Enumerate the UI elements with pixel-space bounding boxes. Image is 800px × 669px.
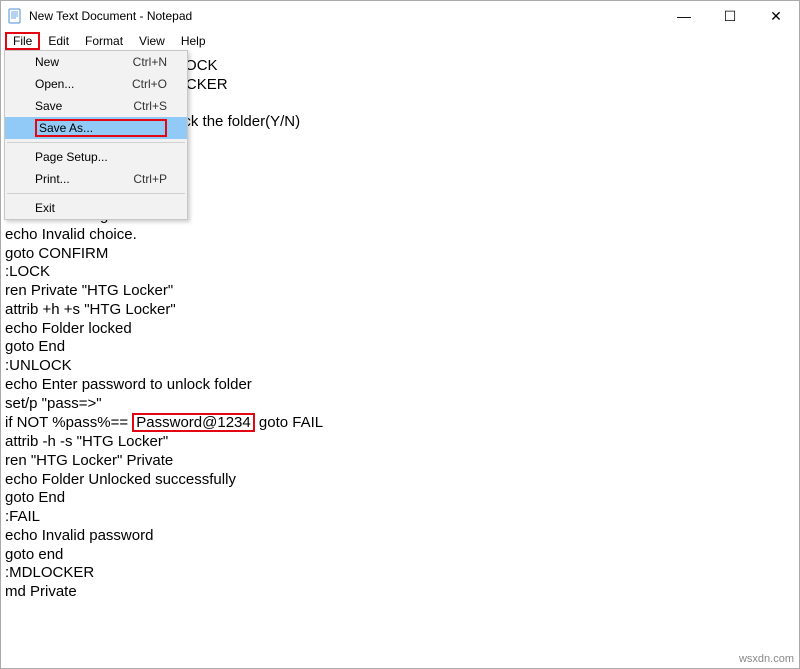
text-line: echo Folder locked: [5, 320, 795, 339]
menu-item-save[interactable]: SaveCtrl+S: [5, 95, 187, 117]
close-button[interactable]: ✕: [753, 1, 799, 31]
menu-file[interactable]: File: [5, 32, 40, 50]
text-line: echo Invalid password: [5, 527, 795, 546]
titlebar: New Text Document - Notepad — ☐ ✕: [1, 1, 799, 31]
text-line: goto End: [5, 489, 795, 508]
text-line: :LOCK: [5, 263, 795, 282]
menu-view[interactable]: View: [131, 33, 173, 49]
menubar: File Edit Format View Help: [1, 31, 799, 51]
window-title: New Text Document - Notepad: [29, 9, 661, 23]
text-line: goto CONFIRM: [5, 245, 795, 264]
text-line: attrib -h -s "HTG Locker": [5, 433, 795, 452]
text-line: :MDLOCKER: [5, 564, 795, 583]
menu-item-exit[interactable]: Exit: [5, 197, 187, 219]
text-line: ren "HTG Locker" Private: [5, 452, 795, 471]
menu-separator: [7, 142, 185, 143]
text-line: attrib +h +s "HTG Locker": [5, 301, 795, 320]
watermark: wsxdn.com: [739, 653, 794, 665]
text-line: set/p "pass=>": [5, 395, 795, 414]
file-menu-dropdown: NewCtrl+N Open...Ctrl+O SaveCtrl+S Save …: [4, 50, 188, 220]
menu-format[interactable]: Format: [77, 33, 131, 49]
menu-item-save-as[interactable]: Save As...: [5, 117, 187, 139]
menu-help[interactable]: Help: [173, 33, 214, 49]
notepad-icon: [7, 8, 23, 24]
text-line: echo Folder Unlocked successfully: [5, 471, 795, 490]
text-line: :FAIL: [5, 508, 795, 527]
text-fragment: if NOT %pass%==: [5, 414, 132, 431]
menu-edit[interactable]: Edit: [40, 33, 77, 49]
text-fragment: goto FAIL: [255, 414, 323, 431]
text-line: ren Private "HTG Locker": [5, 282, 795, 301]
minimize-button[interactable]: —: [661, 1, 707, 31]
text-line: echo Invalid choice.: [5, 226, 795, 245]
menu-separator: [7, 193, 185, 194]
text-line: goto End: [5, 338, 795, 357]
menu-item-print[interactable]: Print...Ctrl+P: [5, 168, 187, 190]
text-line: if NOT %pass%== Password@1234 goto FAIL: [5, 413, 795, 433]
text-line: goto end: [5, 546, 795, 565]
maximize-button[interactable]: ☐: [707, 1, 753, 31]
password-highlight: Password@1234: [132, 413, 254, 432]
menu-item-page-setup[interactable]: Page Setup...: [5, 146, 187, 168]
menu-item-open[interactable]: Open...Ctrl+O: [5, 73, 187, 95]
text-line: echo Enter password to unlock folder: [5, 376, 795, 395]
text-line: md Private: [5, 583, 795, 602]
menu-item-new[interactable]: NewCtrl+N: [5, 51, 187, 73]
text-line: :UNLOCK: [5, 357, 795, 376]
